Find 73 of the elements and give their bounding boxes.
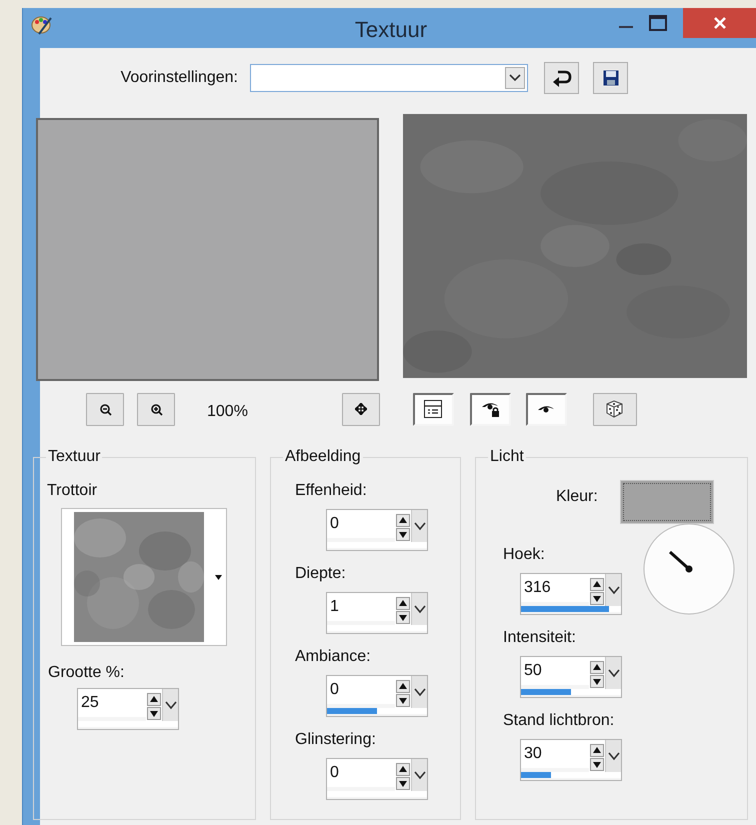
spin-down-button[interactable] xyxy=(396,610,410,624)
field-label: Glinstering: xyxy=(295,731,376,749)
field-label: Effenheid: xyxy=(295,482,367,500)
zoom-out-button[interactable] xyxy=(86,392,124,426)
chevron-down-icon[interactable] xyxy=(608,668,620,678)
form-icon xyxy=(424,400,442,418)
palette-icon xyxy=(31,14,53,36)
dice-button[interactable] xyxy=(592,392,637,426)
field-label: Diepte: xyxy=(295,565,346,583)
chevron-down-icon[interactable] xyxy=(414,604,426,614)
undo-arrow-icon xyxy=(552,69,572,87)
chevron-down-icon[interactable] xyxy=(414,770,426,780)
field-label: Grootte %: xyxy=(48,664,124,682)
zoom-in-icon xyxy=(150,402,162,416)
spin-field[interactable]: 30 xyxy=(520,739,622,781)
save-button[interactable] xyxy=(593,62,628,94)
window-title: Textuur xyxy=(354,17,428,43)
zoom-percentage: 100% xyxy=(207,403,248,421)
chevron-down-icon[interactable] xyxy=(164,700,176,710)
eye-button[interactable] xyxy=(526,392,567,426)
chevron-down-icon[interactable] xyxy=(608,586,620,594)
close-button[interactable] xyxy=(683,8,756,38)
chevron-down-icon[interactable] xyxy=(414,522,426,530)
eye-lock-icon xyxy=(480,400,500,418)
eye-lock-button[interactable] xyxy=(470,392,511,426)
spin-down-button[interactable] xyxy=(590,674,604,688)
save-icon xyxy=(602,70,618,86)
presets-label: Voorinstellingen: xyxy=(120,69,238,87)
spin-field[interactable]: 50 xyxy=(520,656,622,698)
move-button[interactable] xyxy=(342,392,380,426)
spin-up-button[interactable] xyxy=(396,762,410,776)
minimize-icon xyxy=(619,26,633,28)
spin-up-button[interactable] xyxy=(396,514,410,526)
zoom-out-icon xyxy=(98,402,112,416)
spin-down-button[interactable] xyxy=(396,528,410,540)
spin-field[interactable]: 316 xyxy=(520,573,622,615)
spin-field[interactable]: 25 xyxy=(77,688,179,730)
chevron-down-icon[interactable] xyxy=(608,752,620,760)
spin-field[interactable]: 0 xyxy=(326,758,428,800)
form-button[interactable] xyxy=(412,392,454,426)
chevron-down-icon xyxy=(509,74,521,82)
spin-up-button[interactable] xyxy=(147,692,161,706)
spin-down-button[interactable] xyxy=(396,694,410,706)
dropdown-arrow-icon xyxy=(215,574,222,580)
spin-down-button[interactable] xyxy=(590,758,604,770)
field-label: Stand lichtbron: xyxy=(503,712,614,730)
zoom-in-button[interactable] xyxy=(137,392,175,426)
spin-down-button[interactable] xyxy=(590,592,604,604)
spin-down-button[interactable] xyxy=(147,706,161,720)
close-icon xyxy=(712,16,726,30)
spin-up-button[interactable] xyxy=(396,680,410,692)
spin-up-button[interactable] xyxy=(590,744,604,756)
field-label: Ambiance: xyxy=(295,648,371,666)
chevron-down-icon[interactable] xyxy=(414,688,426,696)
spin-field[interactable]: 1 xyxy=(326,592,428,634)
group-legend: Afbeelding xyxy=(283,448,363,466)
dice-icon xyxy=(605,399,624,419)
move-icon xyxy=(354,403,367,415)
maximize-icon xyxy=(649,15,667,31)
field-label: Hoek: xyxy=(503,546,545,564)
spin-down-button[interactable] xyxy=(396,776,410,790)
reset-button[interactable] xyxy=(544,62,579,94)
color-label: Kleur: xyxy=(556,488,598,506)
spin-up-button[interactable] xyxy=(590,660,604,674)
spin-up-button[interactable] xyxy=(590,578,604,590)
spin-field[interactable]: 0 xyxy=(326,509,428,551)
field-label: Intensiteit: xyxy=(503,629,576,647)
eye-icon xyxy=(537,404,556,414)
spin-field[interactable]: 0 xyxy=(326,675,428,717)
texture-dropdown[interactable] xyxy=(61,508,227,646)
spin-up-button[interactable] xyxy=(396,596,410,610)
color-swatch[interactable] xyxy=(620,480,714,524)
texture-name: Trottoir xyxy=(47,482,98,500)
